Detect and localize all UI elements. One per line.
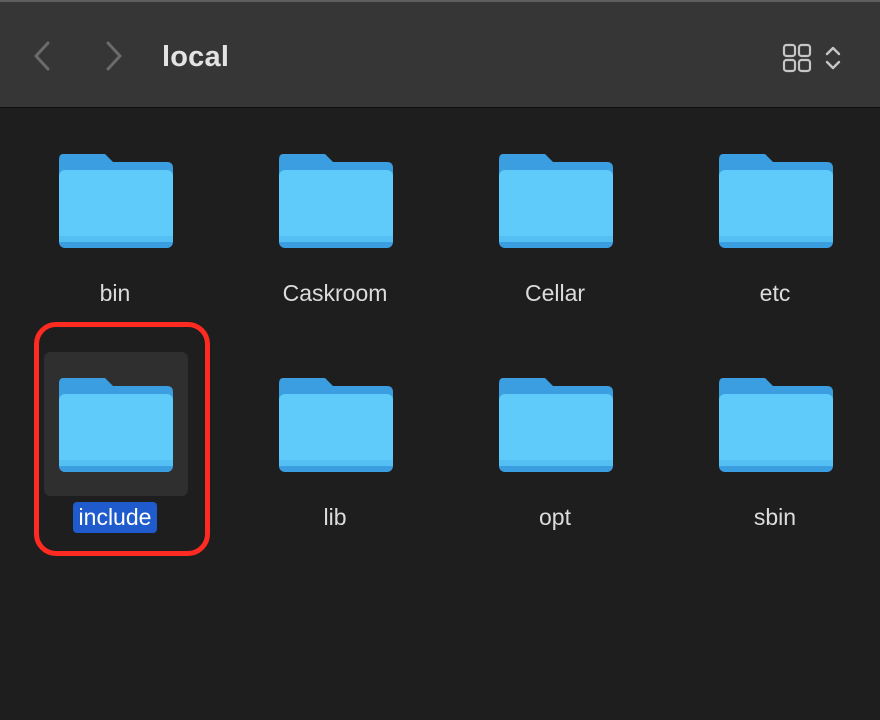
folder-icon-container	[704, 352, 848, 496]
folder-label: Caskroom	[282, 280, 388, 306]
folder-label-container: Caskroom	[220, 278, 450, 309]
folder-item-lib[interactable]: lib	[220, 332, 440, 556]
folder-label: etc	[759, 280, 791, 306]
folder-label-container: include	[0, 502, 230, 533]
folder-item-bin[interactable]: bin	[0, 108, 220, 332]
back-button[interactable]	[24, 38, 60, 74]
folder-label-container: opt	[440, 502, 670, 533]
folder-icon	[59, 378, 173, 472]
folder-item-caskroom[interactable]: Caskroom	[220, 108, 440, 332]
folder-icon	[59, 154, 173, 248]
folder-icon-container	[264, 352, 408, 496]
finder-window: local bin Caskroom Cellar etc include li…	[0, 0, 880, 720]
toolbar: local	[0, 0, 880, 108]
folder-label-container: lib	[220, 502, 450, 533]
view-mode-button[interactable]	[778, 40, 854, 76]
folder-item-etc[interactable]: etc	[660, 108, 880, 332]
folder-icon-container	[44, 352, 188, 496]
grid-view-icon	[782, 43, 812, 73]
folder-item-include[interactable]: include	[0, 332, 220, 556]
chevron-right-icon	[106, 41, 122, 71]
folder-label-container: sbin	[660, 502, 880, 533]
folder-label: bin	[99, 280, 131, 306]
window-title: local	[162, 41, 230, 73]
folder-label: include	[72, 502, 158, 533]
folder-grid: bin Caskroom Cellar etc include lib opt …	[0, 108, 880, 720]
folder-icon-container	[484, 352, 628, 496]
folder-icon	[279, 154, 393, 248]
folder-item-opt[interactable]: opt	[440, 332, 660, 556]
folder-label-container: Cellar	[440, 278, 670, 309]
folder-icon	[719, 378, 833, 472]
folder-label-container: etc	[660, 278, 880, 309]
folder-item-sbin[interactable]: sbin	[660, 332, 880, 556]
folder-icon-container	[704, 128, 848, 272]
folder-item-cellar[interactable]: Cellar	[440, 108, 660, 332]
folder-icon	[279, 378, 393, 472]
folder-icon-container	[44, 128, 188, 272]
chevron-updown-icon	[825, 46, 841, 70]
folder-icon	[499, 154, 613, 248]
folder-label: sbin	[753, 504, 797, 530]
folder-label: lib	[323, 504, 347, 530]
chevron-left-icon	[34, 41, 50, 71]
folder-label: opt	[539, 504, 571, 530]
folder-label: Cellar	[524, 280, 586, 306]
folder-icon	[499, 378, 613, 472]
folder-icon-container	[264, 128, 408, 272]
forward-button[interactable]	[96, 38, 132, 74]
folder-label-container: bin	[0, 278, 230, 309]
folder-icon	[719, 154, 833, 248]
folder-icon-container	[484, 128, 628, 272]
